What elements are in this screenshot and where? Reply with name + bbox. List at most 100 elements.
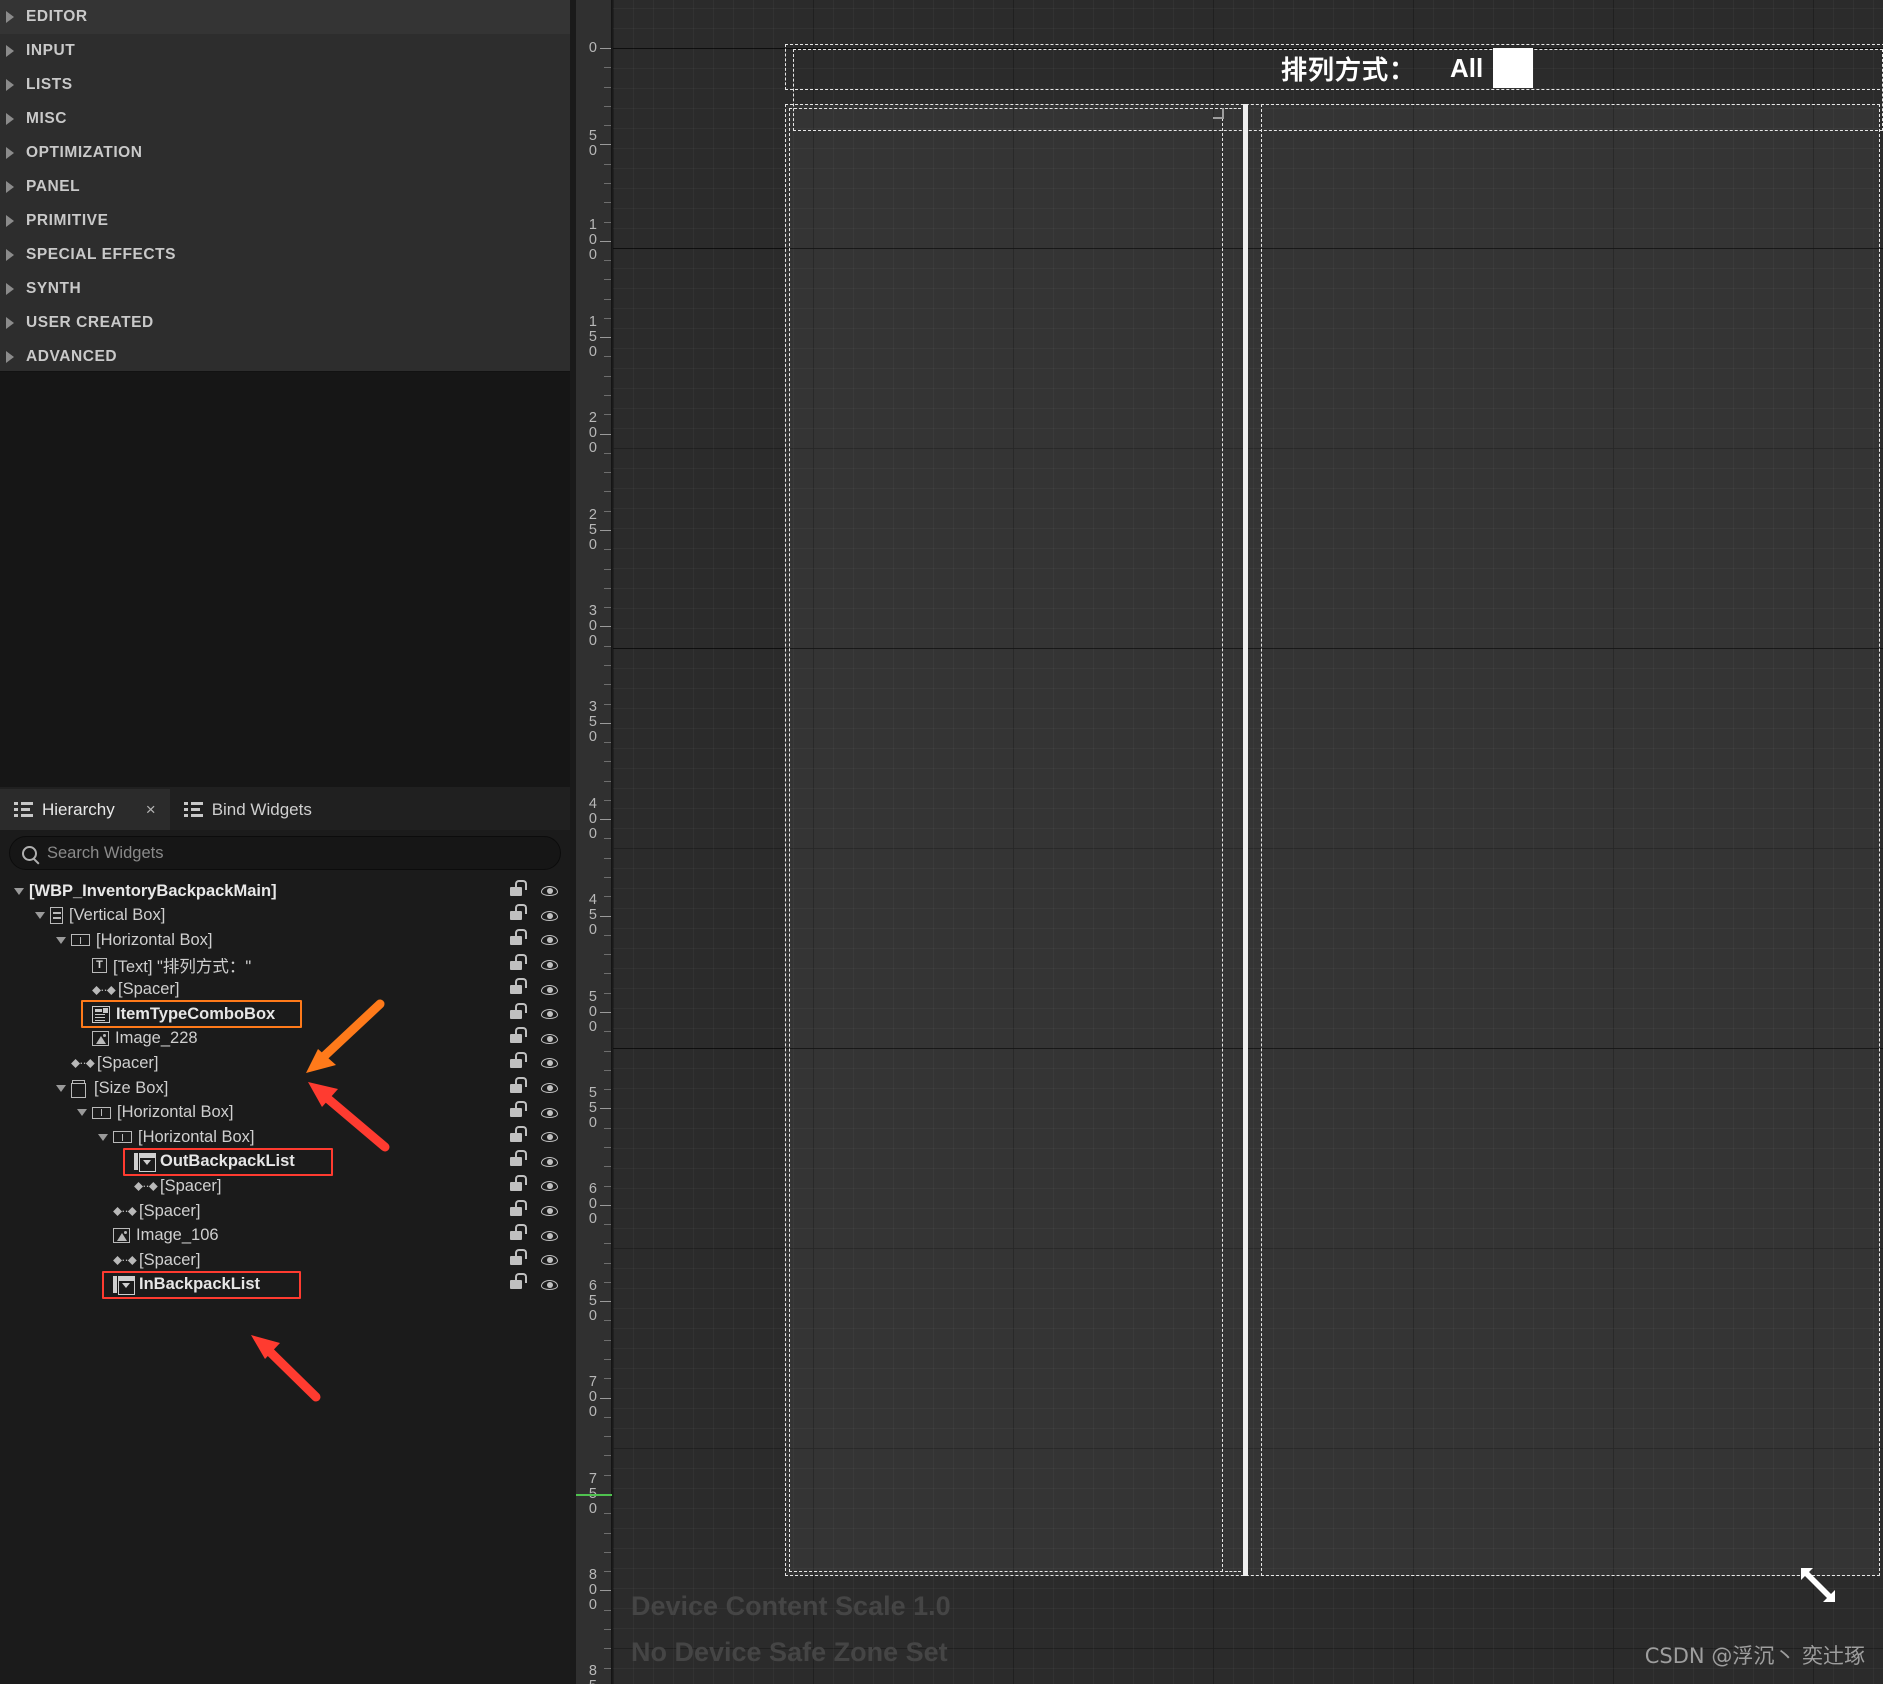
item-type-combo-value[interactable]: All <box>1450 53 1483 84</box>
eye-icon[interactable] <box>541 935 558 946</box>
expand-triangle-icon[interactable] <box>98 1133 108 1141</box>
hierarchy-row[interactable]: ItemTypeComboBox <box>0 1002 570 1027</box>
unlocked-padlock-icon[interactable] <box>510 928 527 945</box>
unlocked-padlock-icon[interactable] <box>510 1051 527 1068</box>
unlocked-padlock-icon[interactable] <box>510 904 527 921</box>
hierarchy-row[interactable]: T [Text] "排列方式：" <box>0 953 570 978</box>
expand-triangle-icon[interactable] <box>35 912 45 920</box>
ruler-major-tick <box>600 433 611 435</box>
palette-category-special-effects[interactable]: SPECIAL EFFECTS <box>0 238 570 272</box>
list-icon <box>183 802 203 817</box>
unlocked-padlock-icon[interactable] <box>510 1224 527 1241</box>
palette-category-misc[interactable]: MISC <box>0 102 570 136</box>
ruler-minor-tick <box>604 86 611 88</box>
hierarchy-row[interactable]: InBackpackList <box>0 1273 570 1298</box>
ruler-label: 50 <box>588 128 597 160</box>
eye-icon[interactable] <box>541 1009 558 1020</box>
unlocked-padlock-icon[interactable] <box>510 978 527 995</box>
hierarchy-row[interactable]: ⬥··⬥ [Spacer] <box>0 1248 570 1273</box>
palette-category-editor[interactable]: EDITOR <box>0 0 570 34</box>
eye-icon[interactable] <box>541 1206 558 1217</box>
unlocked-padlock-icon[interactable] <box>510 1273 527 1290</box>
palette-category-advanced[interactable]: ADVANCED <box>0 340 570 374</box>
ruler-minor-tick <box>604 1089 611 1091</box>
hierarchy-row[interactable]: ⬥··⬥ [Spacer] <box>0 1174 570 1199</box>
ruler-minor-tick <box>604 1243 611 1245</box>
palette-category-panel[interactable]: PANEL <box>0 170 570 204</box>
hierarchy-row[interactable]: [Vertical Box] <box>0 904 570 929</box>
hierarchy-row-label: [Horizontal Box] <box>96 930 213 949</box>
hierarchy-row[interactable]: ⬥··⬥ [Spacer] <box>0 1199 570 1224</box>
ruler-minor-tick <box>604 1667 611 1669</box>
tab-hierarchy[interactable]: Hierarchy × <box>0 789 170 830</box>
expand-triangle-icon[interactable] <box>56 936 66 944</box>
unlocked-padlock-icon[interactable] <box>510 1125 527 1142</box>
designer-canvas[interactable]: 排列方式： All Device Content Scale 1.0 No De… <box>613 0 1883 1684</box>
tab-bind-widgets[interactable]: Bind Widgets <box>170 789 326 830</box>
hierarchy-row[interactable]: ⬥··⬥ [Spacer] <box>0 977 570 1002</box>
ruler-minor-tick <box>604 279 611 281</box>
eye-icon[interactable] <box>541 1156 558 1167</box>
hierarchy-row[interactable]: [Size Box] <box>0 1076 570 1101</box>
size-box-icon <box>71 1079 88 1098</box>
unlocked-padlock-icon[interactable] <box>510 1199 527 1216</box>
eye-icon[interactable] <box>541 1107 558 1118</box>
eye-icon[interactable] <box>541 1058 558 1069</box>
expand-triangle-icon[interactable] <box>14 887 24 895</box>
hierarchy-row[interactable]: [Horizontal Box] <box>0 1100 570 1125</box>
ruler-minor-tick <box>604 1648 611 1650</box>
search-input[interactable] <box>47 843 548 863</box>
hierarchy-row[interactable]: ⬥··⬥ [Spacer] <box>0 1051 570 1076</box>
hierarchy-row-label: OutBackpackList <box>160 1152 295 1171</box>
eye-icon[interactable] <box>541 1132 558 1143</box>
expand-triangle-icon[interactable] <box>77 1109 87 1117</box>
ruler-minor-tick <box>604 182 611 184</box>
hierarchy-row-label: [Horizontal Box] <box>138 1127 255 1146</box>
hierarchy-row[interactable]: OutBackpackList <box>0 1150 570 1175</box>
palette-category-lists[interactable]: LISTS <box>0 68 570 102</box>
hierarchy-row[interactable]: [Horizontal Box] <box>0 928 570 953</box>
eye-icon[interactable] <box>541 1181 558 1192</box>
unlocked-padlock-icon[interactable] <box>510 1076 527 1093</box>
eye-icon[interactable] <box>541 910 558 921</box>
unlocked-padlock-icon[interactable] <box>510 1248 527 1265</box>
hierarchy-row[interactable]: Image_228 <box>0 1027 570 1052</box>
palette-category-primitive[interactable]: PRIMITIVE <box>0 204 570 238</box>
spacer-icon: ⬥··⬥ <box>71 1055 95 1071</box>
resize-diagonal-icon[interactable] <box>1797 1564 1839 1606</box>
unlocked-padlock-icon[interactable] <box>510 879 527 896</box>
palette-category-input[interactable]: INPUT <box>0 34 570 68</box>
eye-icon[interactable] <box>541 1279 558 1290</box>
palette-category-synth[interactable]: SYNTH <box>0 272 570 306</box>
ruler-minor-tick <box>604 1166 611 1168</box>
unlocked-padlock-icon[interactable] <box>510 953 527 970</box>
unlocked-padlock-icon[interactable] <box>510 1027 527 1044</box>
eye-icon[interactable] <box>541 984 558 995</box>
eye-icon[interactable] <box>541 960 558 971</box>
hierarchy-tree[interactable]: [WBP_InventoryBackpackMain] [Vertical Box… <box>0 879 570 1684</box>
eye-icon[interactable] <box>541 1083 558 1094</box>
search-widgets-box[interactable] <box>9 836 561 870</box>
eye-icon[interactable] <box>541 1230 558 1241</box>
ruler-label: 800 <box>588 1566 597 1613</box>
unlocked-padlock-icon[interactable] <box>510 1101 527 1118</box>
palette-category-optimization[interactable]: OPTIMIZATION <box>0 136 570 170</box>
ruler-minor-tick <box>604 1146 611 1148</box>
hierarchy-row-label: [Horizontal Box] <box>117 1103 234 1122</box>
hierarchy-row[interactable]: [Horizontal Box] <box>0 1125 570 1150</box>
eye-icon[interactable] <box>541 1033 558 1044</box>
triangle-right-icon <box>6 113 14 125</box>
eye-icon[interactable] <box>541 886 558 897</box>
eye-icon[interactable] <box>541 1255 558 1266</box>
close-icon[interactable]: × <box>146 801 156 818</box>
palette-category-user-created[interactable]: USER CREATED <box>0 306 570 340</box>
unlocked-padlock-icon[interactable] <box>510 1150 527 1167</box>
expand-triangle-icon[interactable] <box>56 1084 66 1092</box>
combo-box-swatch[interactable] <box>1493 48 1534 88</box>
device-safe-zone-text: No Device Safe Zone Set <box>631 1637 948 1667</box>
unlocked-padlock-icon[interactable] <box>510 1174 527 1191</box>
unlocked-padlock-icon[interactable] <box>510 1002 527 1019</box>
hierarchy-row[interactable]: Image_106 <box>0 1223 570 1248</box>
ruler-major-tick <box>600 626 611 628</box>
hierarchy-row[interactable]: [WBP_InventoryBackpackMain] <box>0 879 570 904</box>
